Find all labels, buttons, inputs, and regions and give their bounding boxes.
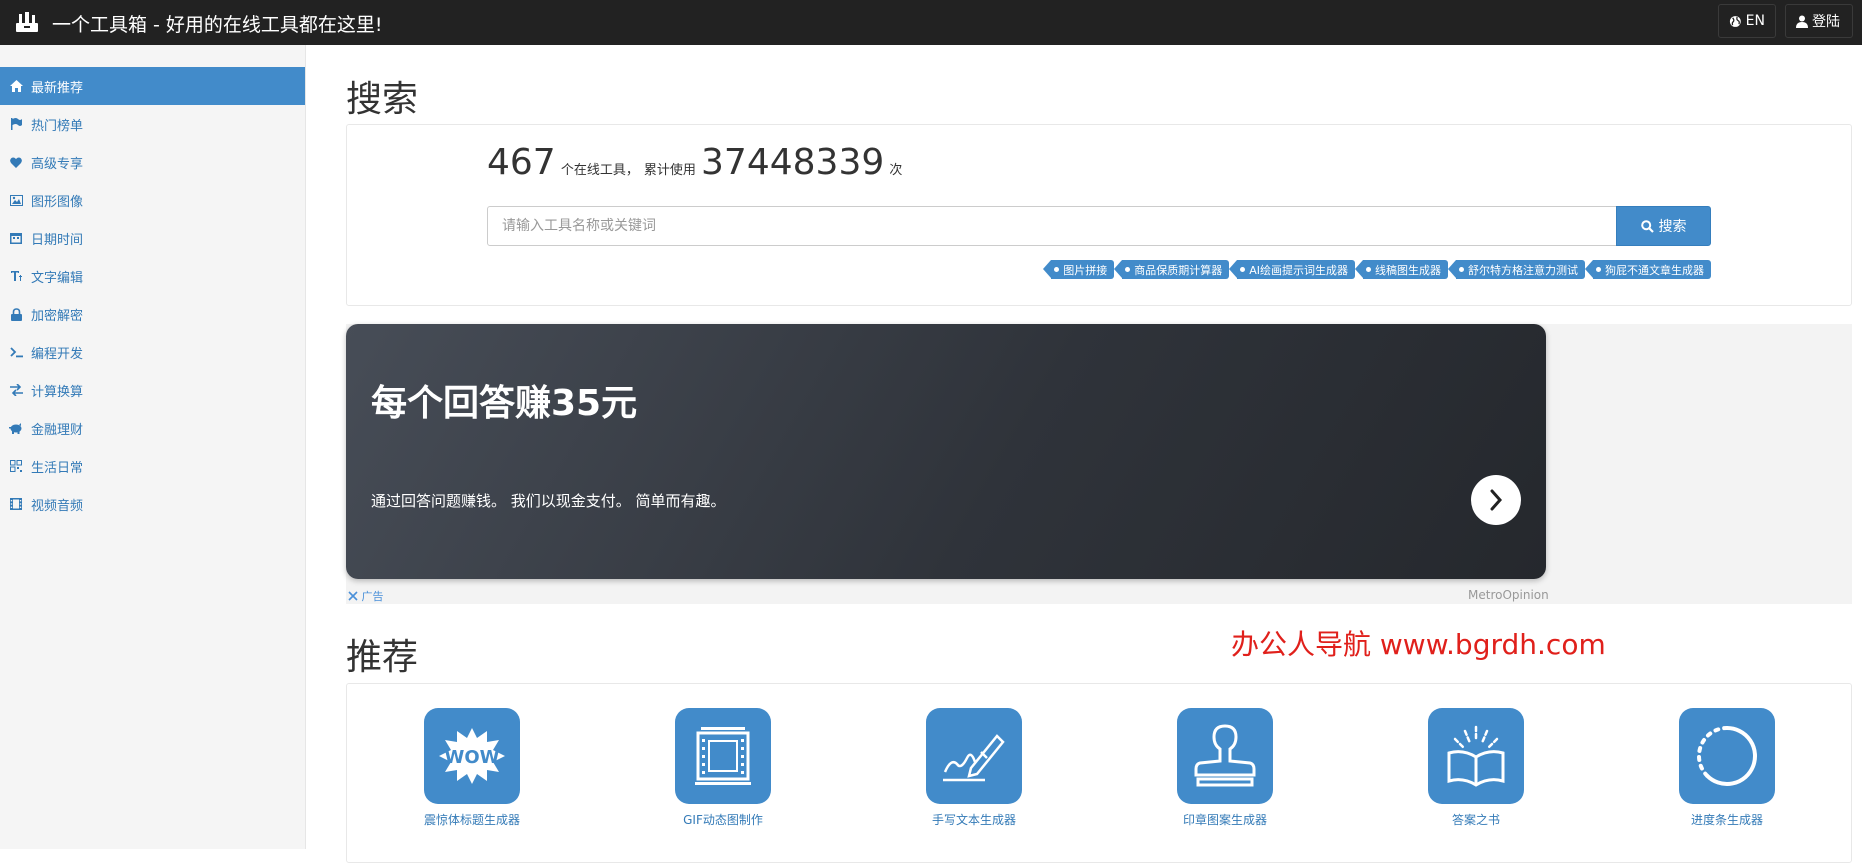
lock-icon xyxy=(9,307,23,321)
recommend-heading: 推荐 xyxy=(346,637,419,678)
top-navbar: 一个工具箱 - 好用的在线工具都在这里! EN 登陆 xyxy=(0,0,1862,45)
usage-suffix: 次 xyxy=(889,163,903,178)
tool-card[interactable]: 印章图案生成器 xyxy=(1125,708,1325,828)
sidebar-item-hot[interactable]: 热门榜单 xyxy=(0,105,305,143)
sidebar-item-label: 生活日常 xyxy=(31,460,84,476)
sidebar-item-life[interactable]: 生活日常 xyxy=(0,447,305,485)
book-icon xyxy=(1428,708,1524,804)
terminal-icon xyxy=(9,345,23,359)
hot-tag[interactable]: 舒尔特方格注意力测试 xyxy=(1448,260,1585,279)
tool-label: 手写文本生成器 xyxy=(931,813,1016,827)
sidebar-item-calc[interactable]: 计算换算 xyxy=(0,371,305,409)
film-frame-icon xyxy=(675,708,771,804)
tool-label: 震惊体标题生成器 xyxy=(423,813,520,827)
transfer-icon xyxy=(9,383,23,397)
tool-label: 印章图案生成器 xyxy=(1182,813,1267,827)
globe-icon xyxy=(1729,15,1741,27)
search-input[interactable] xyxy=(487,206,1617,246)
home-icon xyxy=(9,79,23,93)
site-title[interactable]: 一个工具箱 - 好用的在线工具都在这里! xyxy=(52,10,383,37)
language-button[interactable]: EN xyxy=(1718,4,1776,38)
ad-description[interactable]: 通过回答问题赚钱。 我们以现金支付。 简单而有趣。 xyxy=(371,490,726,511)
sidebar-item-label: 编程开发 xyxy=(31,346,84,362)
stamp-icon xyxy=(1177,708,1273,804)
search-heading: 搜索 xyxy=(346,79,419,120)
tool-label: 进度条生成器 xyxy=(1690,813,1763,827)
search-button-label: 搜索 xyxy=(1658,219,1687,235)
film-icon xyxy=(9,497,23,511)
flag-icon xyxy=(9,117,23,131)
tool-card[interactable]: 手写文本生成器 xyxy=(874,708,1074,828)
hot-tag[interactable]: 商品保质期计算器 xyxy=(1114,260,1230,279)
svg-text:WOW: WOW xyxy=(444,747,499,768)
wow-icon: WOW xyxy=(424,708,520,804)
sidebar-item-label: 视频音频 xyxy=(31,498,84,514)
sidebar-item-latest[interactable]: 最新推荐 xyxy=(0,67,305,105)
sidebar-item-label: 金融理财 xyxy=(31,422,84,438)
usage-prefix: 累计使用 xyxy=(643,163,696,178)
login-button[interactable]: 登陆 xyxy=(1785,4,1853,38)
sidebar-item-label: 计算换算 xyxy=(31,384,84,400)
login-label: 登陆 xyxy=(1812,14,1840,30)
hot-tag[interactable]: 狗屁不通文章生成器 xyxy=(1585,260,1711,279)
language-label: EN xyxy=(1745,13,1765,29)
qrcode-icon xyxy=(9,459,23,473)
sidebar-item-label: 热门榜单 xyxy=(31,118,84,134)
toolbox-logo-icon[interactable] xyxy=(12,7,42,37)
sidebar-item-label: 文字编辑 xyxy=(31,270,84,286)
sidebar-item-finance[interactable]: 金融理财 xyxy=(0,409,305,447)
chevron-right-icon xyxy=(1490,489,1503,511)
calendar-icon xyxy=(9,231,23,245)
ad-title[interactable]: 每个回答赚35元 xyxy=(371,374,637,426)
sidebar-item-label: 日期时间 xyxy=(31,232,84,248)
hot-tag[interactable]: 图片拼接 xyxy=(1043,260,1115,279)
tool-count: 467 xyxy=(487,142,556,183)
sidebar-item-datetime[interactable]: 日期时间 xyxy=(0,219,305,257)
watermark-text: 办公人导航 www.bgrdh.com xyxy=(1231,628,1606,661)
close-icon xyxy=(348,591,358,601)
usage-stats: 467 个在线工具， 累计使用 37448339 次 xyxy=(487,142,902,183)
search-button[interactable]: 搜索 xyxy=(1616,206,1711,246)
sidebar-item-label: 高级专享 xyxy=(31,156,84,172)
text-icon xyxy=(9,269,23,283)
hot-tag[interactable]: AI绘画提示词生成器 xyxy=(1229,260,1355,279)
sidebar-item-media[interactable]: 视频音频 xyxy=(0,485,305,523)
user-icon xyxy=(1796,15,1808,28)
ad-choices[interactable]: 广告 xyxy=(348,588,384,604)
sidebar-item-label: 图形图像 xyxy=(31,194,84,210)
hot-tag[interactable]: 线稿图生成器 xyxy=(1355,260,1448,279)
sidebar-item-premium[interactable]: 高级专享 xyxy=(0,143,305,181)
handwriting-icon xyxy=(926,708,1022,804)
sidebar-item-label: 最新推荐 xyxy=(31,80,84,96)
progress-circle-icon xyxy=(1679,708,1775,804)
tool-label: GIF动态图制作 xyxy=(683,813,763,827)
tool-card[interactable]: 进度条生成器 xyxy=(1627,708,1827,828)
sidebar-item-crypto[interactable]: 加密解密 xyxy=(0,295,305,333)
ad-card[interactable] xyxy=(346,324,1546,579)
piggy-bank-icon xyxy=(9,421,23,435)
ad-brand[interactable]: MetroOpinion xyxy=(1468,588,1549,602)
sidebar-item-dev[interactable]: 编程开发 xyxy=(0,333,305,371)
hot-tags: 图片拼接 商品保质期计算器 AI绘画提示词生成器 线稿图生成器 舒尔特方格注意力… xyxy=(970,260,1711,279)
usage-count: 37448339 xyxy=(701,142,885,183)
sidebar: 最新推荐 热门榜单 高级专享 图形图像 日期时间 文字编辑 加密解密 编程开发 … xyxy=(0,45,306,849)
ad-label-text: 广告 xyxy=(361,590,384,603)
sidebar-item-label: 加密解密 xyxy=(31,308,84,324)
sidebar-item-graphics[interactable]: 图形图像 xyxy=(0,181,305,219)
tool-count-suffix: 个在线工具， xyxy=(560,163,639,178)
tool-card[interactable]: WOW 震惊体标题生成器 xyxy=(372,708,572,828)
tool-card[interactable]: 答案之书 xyxy=(1376,708,1576,828)
tool-label: 答案之书 xyxy=(1451,813,1500,827)
tool-card[interactable]: GIF动态图制作 xyxy=(623,708,823,828)
heart-icon xyxy=(9,155,23,169)
picture-icon xyxy=(9,193,23,207)
search-icon xyxy=(1640,219,1654,233)
ad-next-button[interactable] xyxy=(1471,475,1521,525)
sidebar-item-text[interactable]: 文字编辑 xyxy=(0,257,305,295)
